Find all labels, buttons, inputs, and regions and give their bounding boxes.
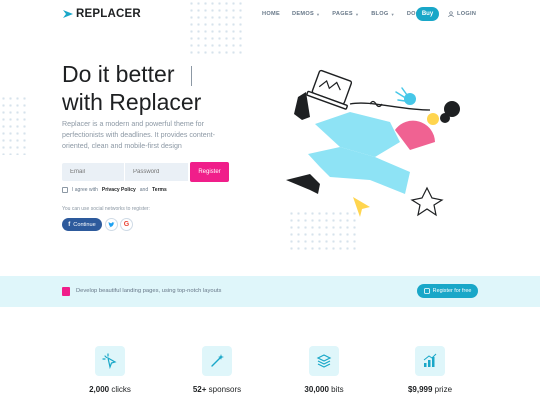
- stat-clicks: 2,000 clicks: [89, 385, 131, 394]
- agree-and: and: [139, 187, 149, 193]
- email-field[interactable]: [62, 163, 124, 181]
- nav-pages[interactable]: PAGES ▼: [332, 11, 359, 17]
- typing-cursor: [191, 66, 192, 86]
- magic-wand-icon: [202, 346, 232, 376]
- promo-banner: Develop beautiful landing pages, using t…: [0, 276, 540, 307]
- dots-pattern-left: [0, 95, 30, 155]
- terms-link[interactable]: Terms: [152, 187, 167, 193]
- privacy-policy-link[interactable]: Privacy Policy: [102, 187, 136, 193]
- twitter-icon: [108, 221, 115, 227]
- agree-checkbox[interactable]: [62, 187, 68, 193]
- layers-icon: [309, 346, 339, 376]
- register-icon: [423, 288, 430, 294]
- register-free-button[interactable]: Register for free: [417, 284, 478, 298]
- login-link[interactable]: LOGIN: [448, 11, 476, 17]
- user-icon: [448, 11, 454, 17]
- register-button[interactable]: Register: [190, 162, 229, 182]
- password-field[interactable]: [125, 163, 188, 181]
- buy-button[interactable]: Buy: [416, 7, 439, 21]
- nav-home[interactable]: HOME: [262, 11, 280, 17]
- laptop-icon: [306, 69, 353, 110]
- top-navbar: REPLACER HOME DEMOS▼ PAGES▼ BLOG▼ DOCS▼ …: [0, 0, 540, 30]
- cursor-click-icon: [95, 346, 125, 376]
- hero-title-line-2: with Replacer: [62, 89, 202, 115]
- logo-text: REPLACER: [76, 8, 141, 20]
- facebook-continue-button[interactable]: f Continue: [62, 218, 102, 231]
- banner-text: Develop beautiful landing pages, using t…: [76, 288, 222, 294]
- stat-bits: 30,000 bits: [304, 385, 344, 394]
- nav-blog[interactable]: BLOG ▼: [371, 11, 395, 17]
- hero-illustration: [286, 69, 460, 217]
- twitter-button[interactable]: [105, 218, 118, 231]
- google-button[interactable]: G: [120, 218, 133, 231]
- hero-title-line-1: Do it better: [62, 61, 175, 87]
- agree-terms: I agree with Privacy Policy and Terms: [62, 187, 167, 193]
- chevron-down-icon: ▼: [354, 11, 360, 17]
- stat-prize: $9,999 prize: [407, 385, 453, 394]
- growth-chart-icon: [415, 346, 445, 376]
- social-note: You can use social networks to register:: [62, 206, 150, 212]
- chevron-down-icon: ▼: [316, 11, 321, 17]
- agree-prefix: I agree with: [72, 187, 98, 193]
- logo-icon: [63, 10, 73, 18]
- facebook-icon: f: [68, 221, 71, 228]
- chevron-down-icon: ▼: [390, 11, 395, 17]
- stat-sponsors: 52+ sponsors: [192, 385, 242, 394]
- google-icon: G: [123, 221, 130, 228]
- hero-description: Replacer is a modern and powerful theme …: [62, 120, 215, 150]
- nav-demos[interactable]: DEMOS ▼: [292, 11, 320, 17]
- logo[interactable]: REPLACER: [62, 8, 141, 20]
- hero-title: Do it better with Replacer: [62, 60, 262, 116]
- picture-icon: [62, 287, 70, 296]
